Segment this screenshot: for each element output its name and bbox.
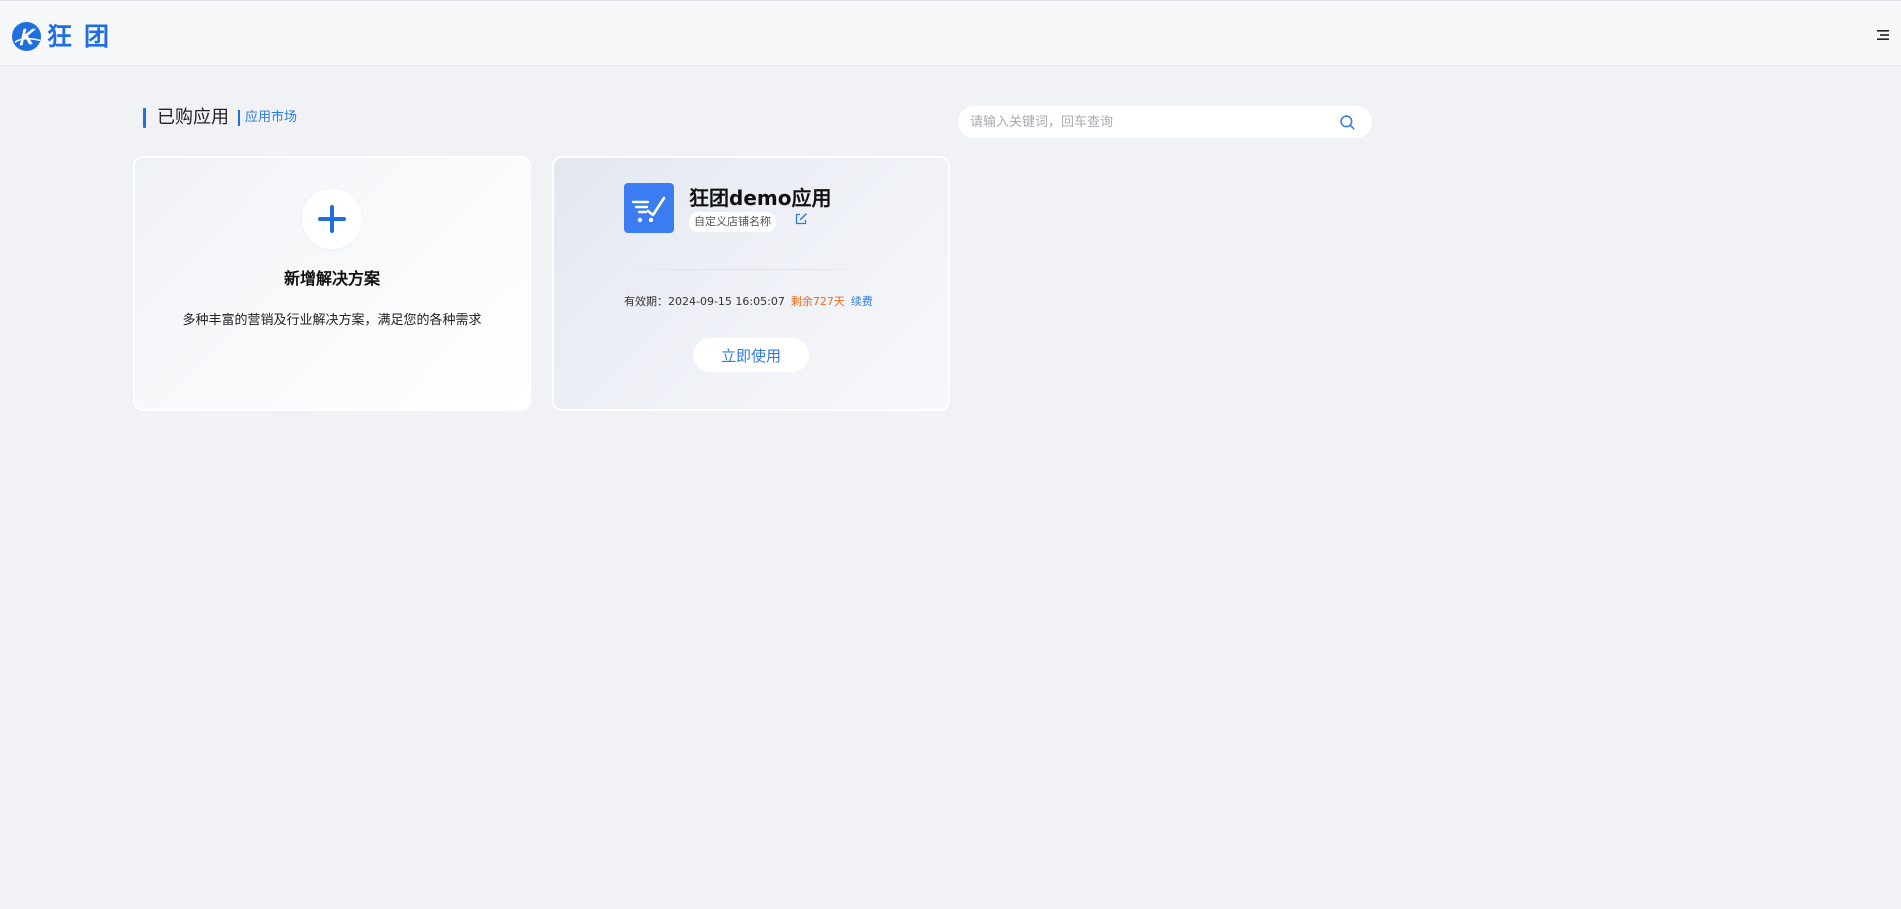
app-icon: [624, 183, 674, 233]
section-title: 已购应用: [157, 107, 229, 128]
search-box: [958, 106, 1372, 138]
top-navigation-bar: 狂团: [0, 0, 1901, 66]
add-solution-card[interactable]: 新增解决方案 多种丰富的营销及行业解决方案，满足您的各种需求: [133, 156, 531, 411]
shopping-cart-icon: [631, 196, 666, 223]
section-header: 已购应用 应用市场: [143, 107, 297, 129]
purchased-app-card: 狂团demo应用 自定义店铺名称 有效期：2024-09-15 16:05:07…: [552, 156, 950, 411]
brand-logo[interactable]: 狂团: [11, 20, 121, 52]
app-market-link[interactable]: 应用市场: [245, 107, 297, 129]
add-solution-button[interactable]: [302, 189, 362, 249]
shop-name-label: 自定义店铺名称: [689, 212, 776, 232]
hamburger-menu-icon[interactable]: [1877, 29, 1889, 41]
add-solution-description: 多种丰富的营销及行业解决方案，满足您的各种需求: [182, 313, 482, 328]
card-divider: [624, 269, 870, 270]
app-name: 狂团demo应用: [689, 186, 832, 210]
renew-link[interactable]: 续费: [851, 295, 873, 308]
add-solution-title: 新增解决方案: [283, 269, 380, 288]
logo-text: 狂团: [47, 21, 122, 51]
logo-mark-icon: [11, 21, 42, 51]
plus-icon: [318, 205, 346, 233]
edit-icon[interactable]: [794, 212, 808, 226]
search-icon[interactable]: [1339, 114, 1356, 131]
validity-label: 有效期：: [624, 295, 668, 308]
search-input[interactable]: [970, 107, 1330, 137]
validity-info: 有效期：2024-09-15 16:05:07 剩余727天 续费: [624, 293, 873, 309]
section-divider: [238, 110, 240, 126]
section-accent-bar: [143, 108, 146, 128]
remaining-days: 剩余727天: [790, 295, 845, 308]
validity-date: 2024-09-15 16:05:07: [668, 295, 785, 308]
use-now-button[interactable]: 立即使用: [693, 338, 809, 372]
